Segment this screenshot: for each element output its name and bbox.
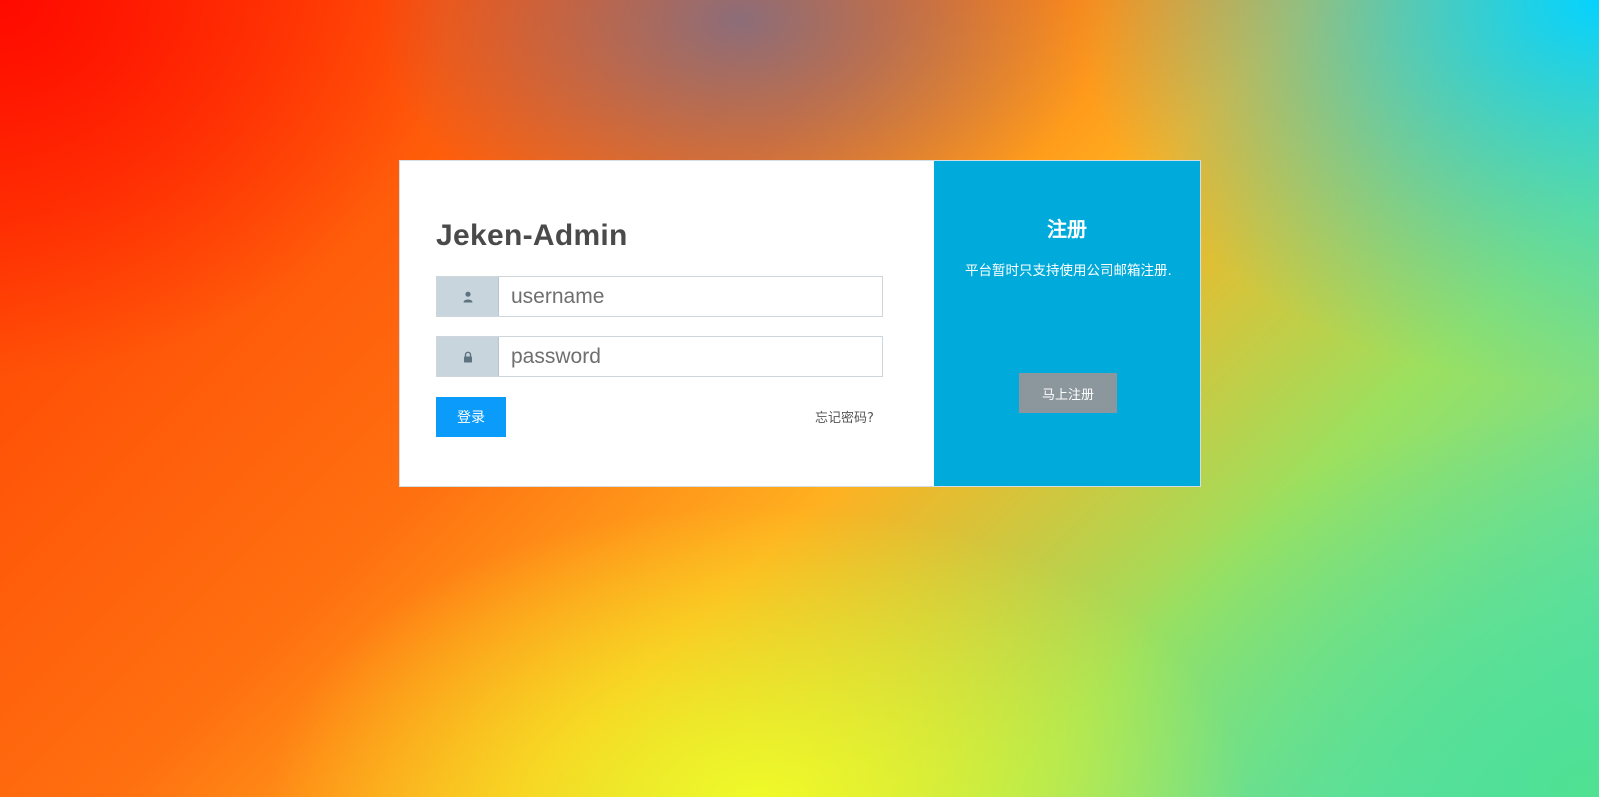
username-input[interactable] [499, 277, 882, 316]
password-input-group [436, 336, 883, 377]
password-input[interactable] [499, 337, 882, 376]
login-panel: Jeken-Admin 登录 忘记密码? [400, 161, 934, 486]
username-input-group [436, 276, 883, 317]
register-panel: 注册 平台暂时只支持使用公司邮箱注册. 马上注册 [934, 161, 1200, 486]
lock-icon [437, 337, 499, 376]
login-card: Jeken-Admin 登录 忘记密码? 注册 平台暂时只支持使 [399, 160, 1201, 487]
login-button[interactable]: 登录 [436, 397, 506, 437]
register-description: 平台暂时只支持使用公司邮箱注册. [965, 263, 1172, 279]
user-icon [437, 277, 499, 316]
forgot-password-link[interactable]: 忘记密码? [815, 407, 874, 426]
register-now-button[interactable]: 马上注册 [1019, 373, 1117, 413]
app-title: Jeken-Admin [436, 219, 628, 252]
register-title: 注册 [1047, 217, 1087, 241]
